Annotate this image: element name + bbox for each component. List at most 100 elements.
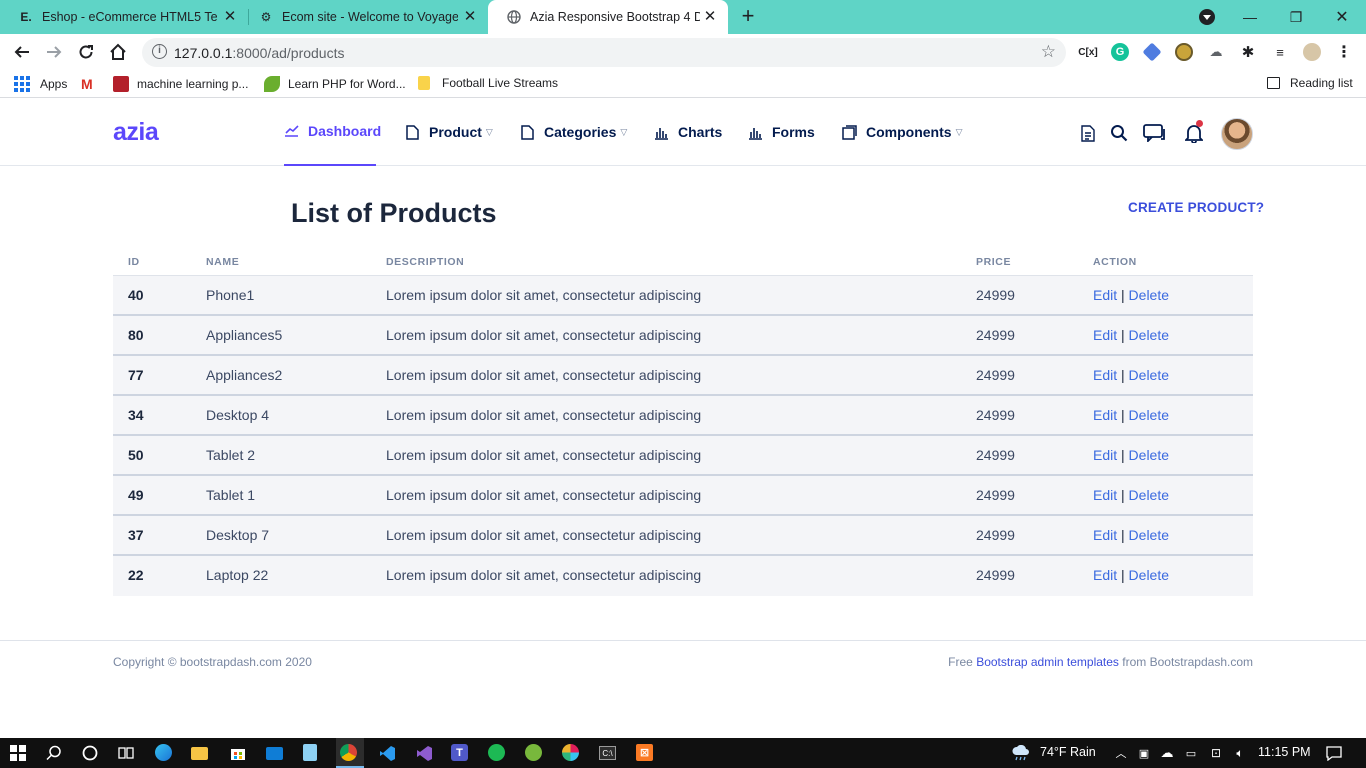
cloud-extension-icon[interactable]: ☁ (1207, 43, 1225, 61)
footer-credit-prefix: Free (948, 655, 977, 669)
bookmark-machine-learning[interactable]: machine learning p... (113, 76, 248, 92)
task-view-icon[interactable] (116, 743, 136, 763)
onedrive-cloud-icon[interactable]: ☁ (1157, 743, 1177, 763)
translate-extension-icon[interactable]: C[x] (1078, 43, 1097, 61)
bookmark-gmail[interactable]: M (81, 76, 105, 92)
azia-logo[interactable]: azia (113, 118, 159, 147)
delete-link[interactable]: Delete (1129, 567, 1169, 583)
edit-link[interactable]: Edit (1093, 487, 1117, 503)
app-header: azia Dashboard Product ▽ Categories ▽ Ch… (0, 98, 1366, 166)
close-tab-icon[interactable]: ✕ (222, 9, 238, 25)
cell-price: 24999 (976, 407, 1015, 423)
tab-search-icon[interactable] (1199, 9, 1215, 25)
edit-link[interactable]: Edit (1093, 447, 1117, 463)
wallet-extension-icon[interactable] (1175, 43, 1193, 61)
home-icon[interactable] (106, 40, 130, 64)
spotify-icon[interactable] (488, 744, 505, 761)
puzzle-extensions-icon[interactable]: ✱ (1239, 43, 1257, 61)
bookmark-apps[interactable]: Apps (14, 76, 67, 92)
minimize-icon[interactable]: — (1227, 0, 1273, 34)
windows-start-icon[interactable] (8, 743, 28, 763)
teams-icon[interactable]: T (451, 744, 468, 761)
edit-link[interactable]: Edit (1093, 287, 1117, 303)
delete-link[interactable]: Delete (1129, 447, 1169, 463)
chrome-menu-icon[interactable]: ⋮ (1335, 43, 1353, 61)
delete-link[interactable]: Delete (1129, 527, 1169, 543)
back-arrow-icon[interactable] (10, 40, 34, 64)
camera-icon[interactable]: ▣ (1134, 743, 1154, 763)
utorrent-icon[interactable] (525, 744, 542, 761)
address-bar[interactable]: i 127.0.0.1:8000/ad/products ☆ (142, 38, 1066, 67)
new-tab-plus-icon[interactable]: + (736, 5, 760, 29)
edge-icon[interactable] (155, 744, 172, 761)
close-window-icon[interactable]: ✕ (1319, 0, 1365, 34)
delete-link[interactable]: Delete (1129, 367, 1169, 383)
cell-price: 24999 (976, 287, 1015, 303)
chevron-up-icon[interactable]: ︿ (1111, 743, 1131, 763)
restore-icon[interactable]: ❐ (1273, 0, 1319, 34)
weather-text[interactable]: 74°F Rain (1040, 745, 1096, 759)
nav-categories[interactable]: Categories ▽ (520, 98, 627, 166)
edit-link[interactable]: Edit (1093, 527, 1117, 543)
close-tab-icon[interactable]: ✕ (462, 9, 478, 25)
network-icon[interactable]: ⊡ (1206, 743, 1226, 763)
file-text-icon[interactable] (1077, 122, 1099, 144)
tab-eshop[interactable]: E. Eshop - eCommerce HTML5 Tem ✕ (0, 0, 248, 34)
delete-link[interactable]: Delete (1129, 487, 1169, 503)
grammarly-extension-icon[interactable]: G (1111, 43, 1129, 61)
visual-studio-icon[interactable] (414, 743, 434, 763)
reading-list-button[interactable]: Reading list (1267, 76, 1353, 90)
close-tab-icon[interactable]: ✕ (702, 9, 718, 25)
reload-icon[interactable] (74, 40, 98, 64)
action-separator: | (1121, 367, 1125, 383)
messages-icon[interactable] (1142, 122, 1168, 144)
search-icon[interactable] (1108, 122, 1130, 144)
delete-link[interactable]: Delete (1129, 407, 1169, 423)
slack-icon[interactable] (562, 744, 579, 761)
bookmark-football[interactable]: Football Live Streams (418, 76, 558, 90)
store-icon[interactable] (228, 743, 248, 763)
notepad-icon[interactable] (303, 744, 317, 761)
nav-components[interactable]: Components ▽ (842, 98, 962, 166)
extension-icon[interactable] (1142, 42, 1162, 62)
url-text[interactable]: 127.0.0.1:8000/ad/products (174, 45, 344, 61)
user-avatar[interactable] (1221, 118, 1253, 150)
edit-link[interactable]: Edit (1093, 567, 1117, 583)
bookmark-learn-php[interactable]: Learn PHP for Word... (264, 76, 406, 92)
create-product-link[interactable]: CREATE PRODUCT? (1128, 200, 1264, 215)
edit-link[interactable]: Edit (1093, 407, 1117, 423)
column-header-id: ID (128, 256, 140, 268)
tab-azia-active[interactable]: Azia Responsive Bootstrap 4 Dash ✕ (488, 0, 728, 34)
battery-icon[interactable]: ▭ (1181, 743, 1201, 763)
weather-rain-icon[interactable] (1010, 743, 1032, 763)
nav-forms[interactable]: Forms (748, 98, 815, 166)
file-explorer-icon[interactable] (191, 747, 208, 760)
xampp-icon[interactable]: ⊠ (636, 744, 653, 761)
cortana-icon[interactable] (80, 743, 100, 763)
chrome-icon[interactable] (340, 744, 357, 761)
nav-charts[interactable]: Charts (654, 98, 722, 166)
delete-link[interactable]: Delete (1129, 327, 1169, 343)
cell-id: 77 (128, 367, 144, 383)
notification-center-icon[interactable] (1324, 743, 1344, 763)
bookmark-label: Apps (40, 77, 68, 91)
terminal-icon[interactable]: C:\ (599, 746, 616, 760)
action-separator: | (1121, 327, 1125, 343)
mail-icon[interactable] (266, 747, 283, 760)
nav-product[interactable]: Product ▽ (405, 98, 493, 166)
tab-voyager[interactable]: ⚙ Ecom site - Welcome to Voyager ✕ (240, 0, 488, 34)
edit-link[interactable]: Edit (1093, 327, 1117, 343)
edit-link[interactable]: Edit (1093, 367, 1117, 383)
media-queue-icon[interactable]: ≡ (1271, 43, 1289, 61)
clock-time[interactable]: 11:15 PM (1258, 745, 1311, 759)
forward-arrow-icon[interactable] (42, 40, 66, 64)
site-info-icon[interactable]: i (152, 44, 167, 59)
volume-icon[interactable]: 🔈︎ (1230, 743, 1250, 763)
search-icon[interactable] (44, 743, 64, 763)
bootstrap-templates-link[interactable]: Bootstrap admin templates (976, 655, 1119, 669)
nav-dashboard[interactable]: Dashboard (284, 98, 381, 166)
vscode-icon[interactable] (377, 743, 397, 763)
bookmark-star-icon[interactable]: ☆ (1041, 42, 1056, 62)
profile-avatar-icon[interactable] (1303, 43, 1321, 61)
delete-link[interactable]: Delete (1129, 287, 1169, 303)
